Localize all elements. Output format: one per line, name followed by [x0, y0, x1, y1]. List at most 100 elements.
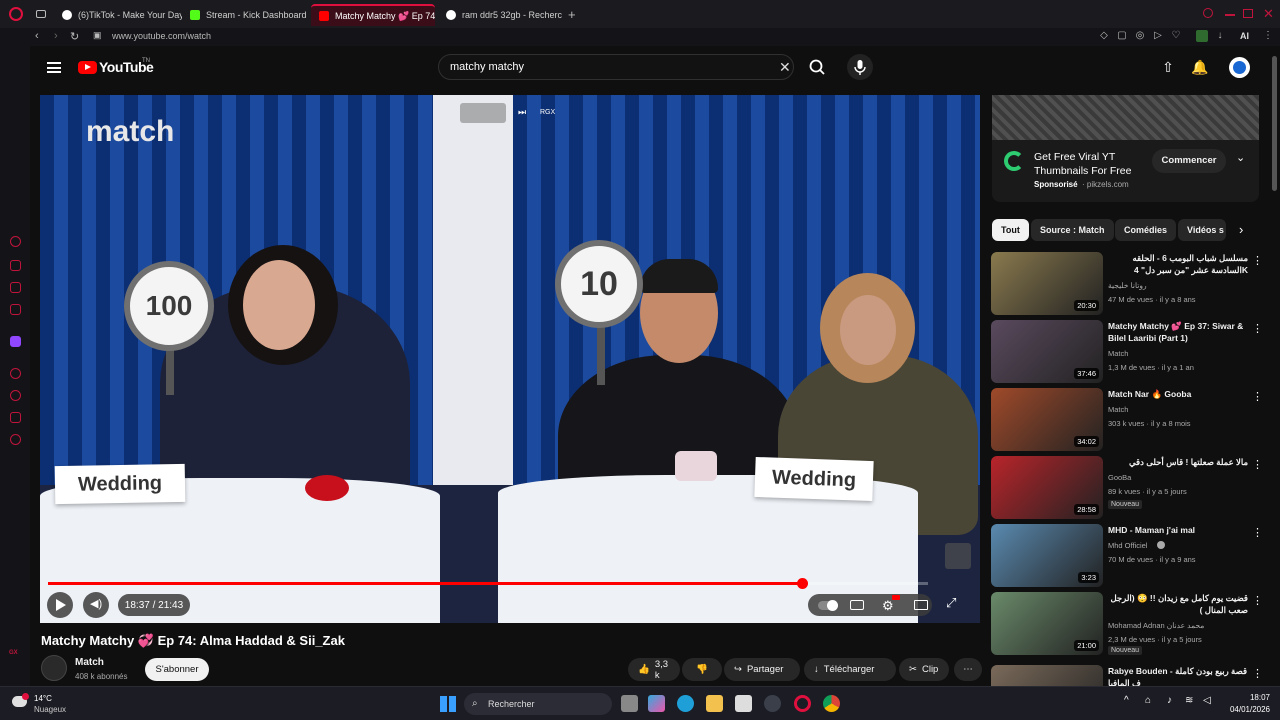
- close-window-icon[interactable]: ✕: [1263, 6, 1274, 22]
- skip-icon[interactable]: ⏭: [518, 107, 526, 118]
- download-icon[interactable]: ↓: [1214, 30, 1226, 42]
- rec-channel[interactable]: Mhd Officiel: [1108, 541, 1147, 550]
- gx-icon[interactable]: GX: [9, 650, 18, 656]
- extension-icon[interactable]: [1196, 30, 1208, 42]
- screenshot-icon[interactable]: ▢: [1116, 30, 1128, 42]
- page-scrollbar[interactable]: [1272, 56, 1277, 191]
- rec-title[interactable]: Matchy Matchy 💕 Ep 37: Siwar & Bilel Laa…: [1108, 320, 1248, 344]
- list-item[interactable]: 21:00 قضيت يوم كامل مع زيدان !! 😳 (الرجل…: [991, 592, 1263, 656]
- url-field[interactable]: www.youtube.com/watch: [112, 31, 211, 41]
- more-icon[interactable]: ⋮: [1252, 526, 1263, 539]
- more-icon[interactable]: ⋮: [1252, 594, 1263, 607]
- chrome-icon[interactable]: [823, 695, 840, 712]
- forward-icon[interactable]: ›: [54, 30, 58, 42]
- chip-source-match[interactable]: Source : Match: [1031, 219, 1114, 241]
- rec-channel[interactable]: Match: [1108, 405, 1128, 414]
- download-button[interactable]: ↓ Télécharger: [804, 658, 896, 681]
- list-item[interactable]: Rabye Bouden - قصة ربيع بودن كاملة ف الم…: [991, 665, 1261, 686]
- maximize-icon[interactable]: [1243, 9, 1253, 18]
- list-item[interactable]: 28:58 مالا عملة صعلتها ! قاس أحلى دقي Go…: [991, 456, 1263, 520]
- channel-avatar[interactable]: [41, 655, 67, 681]
- clip-button[interactable]: ✂ Clip: [899, 658, 949, 681]
- sidebar-icon-2[interactable]: [10, 260, 21, 271]
- ad-card[interactable]: Get Free Viral YT Thumbnails For Free Sp…: [992, 140, 1259, 202]
- more-icon[interactable]: ⋮: [1252, 322, 1263, 335]
- network-icon[interactable]: ⌂: [1145, 695, 1151, 706]
- edge-icon[interactable]: [677, 695, 694, 712]
- ad-expand-icon[interactable]: ⌄: [1236, 151, 1245, 164]
- minimize-icon[interactable]: [1225, 14, 1235, 16]
- search-button[interactable]: [800, 54, 834, 80]
- chip-comedies[interactable]: Comédies: [1115, 219, 1177, 241]
- video-thumbnail[interactable]: 34:02: [991, 388, 1103, 451]
- mic-tray-icon[interactable]: ♪: [1167, 695, 1172, 706]
- subscribe-button[interactable]: S'abonner: [145, 658, 209, 681]
- rec-channel[interactable]: Match: [1108, 349, 1128, 358]
- search-input[interactable]: matchy matchy: [450, 61, 524, 73]
- opera-gx-icon[interactable]: [794, 695, 811, 712]
- ad-banner-image[interactable]: [992, 95, 1259, 140]
- ai-button[interactable]: AI: [1240, 31, 1249, 41]
- shield-icon[interactable]: ▷: [1152, 30, 1164, 42]
- chip-videos[interactable]: Vidéos s: [1178, 219, 1226, 241]
- list-item[interactable]: 34:02 Match Nar 🔥 Gooba Match 303 k vues…: [991, 388, 1263, 452]
- taskbar-search[interactable]: ⌕ Rechercher: [464, 693, 612, 715]
- video-thumbnail[interactable]: 21:00: [991, 592, 1103, 655]
- sidebar-icon-8[interactable]: [10, 412, 21, 423]
- chip-all[interactable]: Tout: [992, 219, 1029, 241]
- browser-logo-icon[interactable]: [9, 7, 23, 21]
- clear-search-icon[interactable]: ✕: [779, 59, 791, 76]
- settings-gear-icon[interactable]: ⚙: [882, 598, 894, 614]
- more-icon[interactable]: ⋮: [1252, 390, 1263, 403]
- play-button[interactable]: [47, 592, 73, 618]
- tab-overview-icon[interactable]: [36, 10, 46, 18]
- speaker-icon[interactable]: ◁: [1203, 695, 1211, 706]
- rec-title[interactable]: مسلسل شباب البومب 6 - الحلقه السادسة عشر…: [1108, 252, 1248, 276]
- list-item[interactable]: 20:30 مسلسل شباب البومب 6 - الحلقه الساد…: [991, 252, 1263, 316]
- sidebar-icon-4[interactable]: [10, 304, 21, 315]
- menu-hamburger-icon[interactable]: [47, 62, 61, 73]
- rec-channel[interactable]: روتانا خليجية: [1108, 281, 1147, 290]
- sidebar-icon-1[interactable]: [10, 236, 21, 247]
- search-box[interactable]: matchy matchy ✕: [438, 54, 794, 80]
- video-thumbnail[interactable]: 37:46: [991, 320, 1103, 383]
- dislike-button[interactable]: 👎: [682, 658, 722, 681]
- rec-title[interactable]: مالا عملة صعلتها ! قاس أحلى دقي: [1108, 456, 1248, 468]
- back-icon[interactable]: ‹: [35, 30, 39, 42]
- youtube-logo-icon[interactable]: [78, 61, 97, 74]
- clock-icon[interactable]: [10, 390, 21, 401]
- notifications-bell-icon[interactable]: 🔔: [1191, 59, 1209, 77]
- voice-search-button[interactable]: [847, 54, 873, 80]
- store-icon[interactable]: [735, 695, 752, 712]
- menu-icon[interactable]: ⋮: [1262, 30, 1274, 42]
- tab-search[interactable]: ram ddr5 32gb - Recherch: [438, 4, 562, 26]
- rec-title[interactable]: MHD - Maman j'ai mal: [1108, 524, 1248, 536]
- ad-cta-button[interactable]: Commencer: [1152, 149, 1226, 173]
- rec-title[interactable]: قضيت يوم كامل مع زيدان !! 😳 (الرجل صعب ا…: [1108, 592, 1248, 616]
- volume-button[interactable]: ◀): [83, 592, 109, 618]
- sidebar-icon-6[interactable]: [10, 368, 21, 379]
- tray-chevron-icon[interactable]: ^: [1124, 695, 1129, 706]
- reload-icon[interactable]: ↻: [70, 30, 79, 43]
- video-thumbnail[interactable]: 20:30: [991, 252, 1103, 315]
- copilot-icon[interactable]: [648, 695, 665, 712]
- rec-channel[interactable]: GooBa: [1108, 473, 1131, 482]
- steam-icon[interactable]: [764, 695, 781, 712]
- windows-start-icon[interactable]: [440, 696, 456, 712]
- twitch-icon[interactable]: [10, 336, 21, 347]
- subtitles-icon[interactable]: [850, 600, 864, 610]
- heart-icon[interactable]: ♡: [1170, 30, 1182, 42]
- upload-icon[interactable]: ⇧: [1159, 59, 1177, 77]
- chips-next-icon[interactable]: ›: [1239, 222, 1243, 237]
- video-player[interactable]: match ⏭ RGX 100 10 Wedding Wedding ◀) 18…: [40, 95, 980, 623]
- tab-tiktok[interactable]: (6)TikTok - Make Your Day: [54, 4, 182, 26]
- video-thumbnail[interactable]: 3:23: [991, 524, 1103, 587]
- wifi-icon[interactable]: ≋: [1185, 695, 1193, 706]
- rec-title[interactable]: Match Nar 🔥 Gooba: [1108, 388, 1248, 400]
- vpn-icon[interactable]: ◎: [1134, 30, 1146, 42]
- fullscreen-icon[interactable]: ⤢: [946, 595, 956, 611]
- tab-youtube[interactable]: Matchy Matchy 💕 Ep 74:: [311, 4, 435, 26]
- more-icon[interactable]: ⋮: [1252, 254, 1263, 267]
- theater-mode-icon[interactable]: [914, 600, 928, 610]
- bookmark-icon[interactable]: ◇: [1098, 30, 1110, 42]
